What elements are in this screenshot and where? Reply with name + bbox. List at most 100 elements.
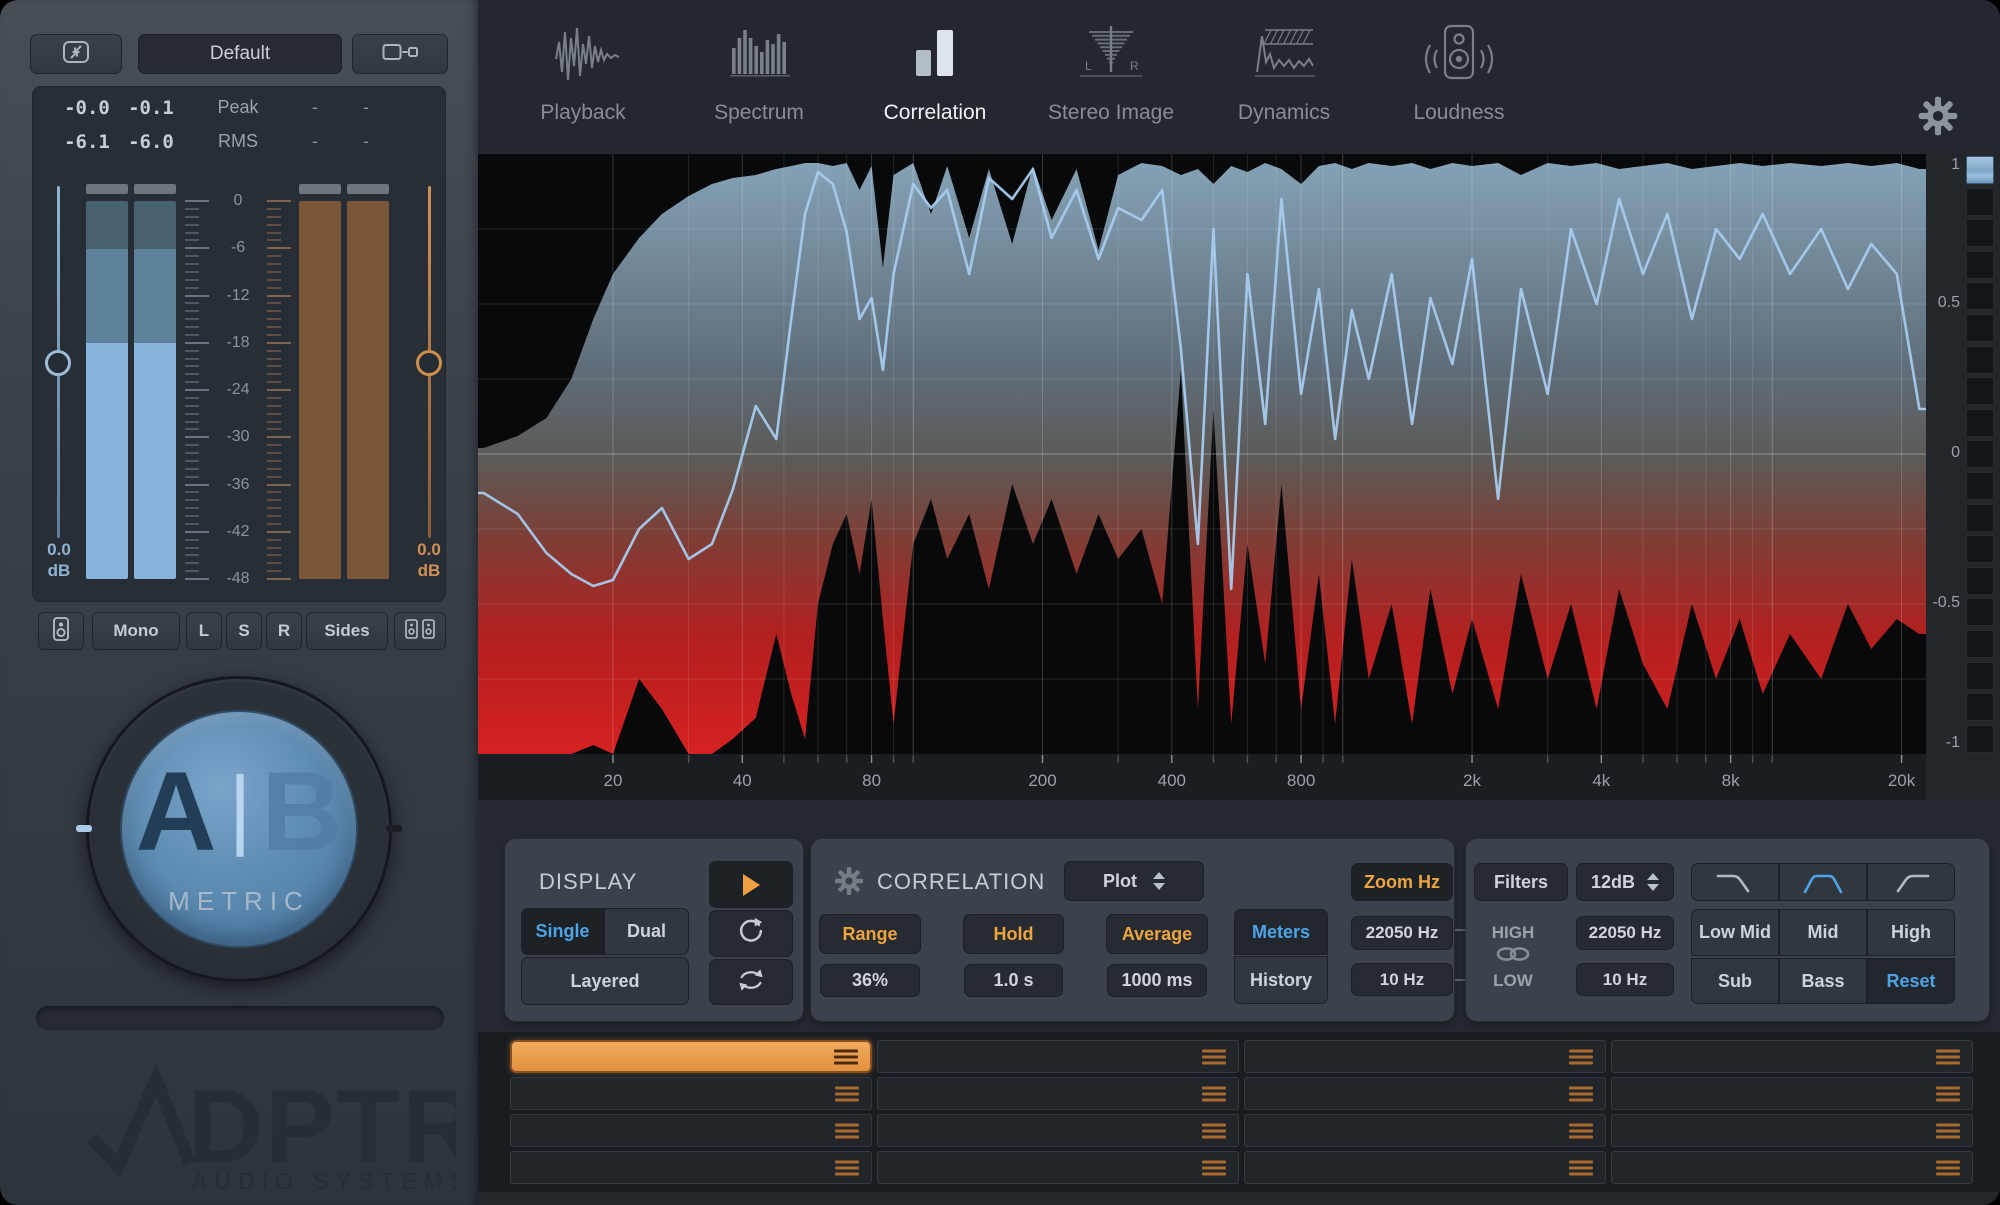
display-mode-layered-button[interactable]: Layered xyxy=(521,957,689,1005)
left-fader-handle[interactable] xyxy=(45,350,71,376)
snapshot-slot[interactable] xyxy=(1611,1040,1973,1073)
zoom-hz-button[interactable]: Zoom Hz xyxy=(1351,863,1453,901)
correlation-meter-segment xyxy=(1966,630,1994,658)
hold-value[interactable]: 1.0 s xyxy=(964,964,1063,997)
refresh-button[interactable] xyxy=(709,910,793,957)
snapshot-slot[interactable] xyxy=(877,1040,1239,1073)
display-title: DISPLAY xyxy=(539,869,637,895)
snapshot-slot[interactable] xyxy=(1611,1114,1973,1147)
db-tick xyxy=(185,554,199,556)
band-sub-button[interactable]: Sub xyxy=(1691,958,1779,1004)
snapshot-menu-icon[interactable] xyxy=(1202,1049,1226,1064)
tab-loudness[interactable]: Loudness xyxy=(1371,14,1547,146)
rms-value-right: -6.0 xyxy=(128,131,174,153)
band-bass-button[interactable]: Bass xyxy=(1779,958,1867,1004)
snapshot-slot[interactable] xyxy=(1611,1151,1973,1184)
cycle-button[interactable] xyxy=(709,959,793,1005)
db-tick xyxy=(185,365,199,367)
channel-left-button[interactable]: L xyxy=(186,612,222,650)
view-history-button[interactable]: History xyxy=(1234,956,1328,1004)
snapshot-slot[interactable] xyxy=(1244,1114,1606,1147)
band-mid-button[interactable]: Mid xyxy=(1779,909,1867,956)
snapshot-menu-icon[interactable] xyxy=(1202,1123,1226,1138)
snapshot-slot[interactable] xyxy=(877,1077,1239,1110)
filter-high-value[interactable]: 22050 Hz xyxy=(1576,916,1674,950)
snapshot-menu-icon[interactable] xyxy=(1936,1086,1960,1101)
collapse-window-button[interactable] xyxy=(30,34,122,74)
snapshot-slot[interactable] xyxy=(877,1151,1239,1184)
filter-slope-stepper[interactable]: 12dB xyxy=(1576,863,1674,901)
snapshot-slot[interactable] xyxy=(1244,1040,1606,1073)
display-mode-single-button[interactable]: Single xyxy=(521,908,604,955)
db-tick xyxy=(267,279,281,281)
tab-correlation[interactable]: Correlation xyxy=(847,14,1023,146)
snapshot-menu-icon[interactable] xyxy=(1936,1123,1960,1138)
link-icon[interactable] xyxy=(1495,945,1531,968)
reset-button[interactable]: Reset xyxy=(1867,958,1955,1004)
ab-compare-knob[interactable]: A|B METRIC xyxy=(120,710,358,948)
snapshot-slot[interactable] xyxy=(510,1114,872,1147)
display-mode-dual-button[interactable]: Dual xyxy=(604,908,689,955)
snapshot-menu-icon[interactable] xyxy=(835,1123,859,1138)
db-tick xyxy=(185,232,199,234)
play-button[interactable] xyxy=(709,861,793,908)
snapshot-slot[interactable] xyxy=(1244,1151,1606,1184)
preset-selector[interactable]: Default xyxy=(138,34,342,74)
snapshot-slot[interactable] xyxy=(877,1114,1239,1147)
snapshot-menu-icon[interactable] xyxy=(1202,1086,1226,1101)
db-scale-label: -48 xyxy=(226,570,249,588)
snapshot-menu-icon[interactable] xyxy=(1936,1049,1960,1064)
ab-knob-label: A|B xyxy=(136,756,343,868)
channel-mono-button[interactable]: Mono xyxy=(92,612,180,650)
band-high-button[interactable]: High xyxy=(1867,909,1955,956)
tab-playback[interactable]: Playback xyxy=(495,14,671,146)
snapshot-slot[interactable] xyxy=(510,1151,872,1184)
filters-button[interactable]: Filters xyxy=(1474,863,1568,901)
band-low-mid-button[interactable]: Low Mid xyxy=(1691,909,1779,956)
range-value[interactable]: 36% xyxy=(820,964,920,997)
snapshot-menu-icon[interactable] xyxy=(1936,1160,1960,1175)
bandpass-filter-button[interactable] xyxy=(1779,863,1867,901)
plot-mode-select[interactable]: Plot xyxy=(1064,861,1204,901)
crossfade-slot[interactable] xyxy=(36,1006,444,1030)
snapshot-menu-icon[interactable] xyxy=(1569,1160,1593,1175)
hold-button[interactable]: Hold xyxy=(963,914,1064,954)
zoom-low-value[interactable]: 10 Hz xyxy=(1351,963,1453,996)
tab-stereo-image[interactable]: LRStereo Image xyxy=(1023,14,1199,146)
right-fader-handle[interactable] xyxy=(416,350,442,376)
lowpass-filter-button[interactable] xyxy=(1691,863,1779,901)
channel-right-button[interactable]: R xyxy=(266,612,302,650)
snapshot-menu-icon[interactable] xyxy=(1569,1123,1593,1138)
snapshot-menu-icon[interactable] xyxy=(1569,1086,1593,1101)
snapshot-menu-icon[interactable] xyxy=(834,1049,858,1064)
range-button[interactable]: Range xyxy=(819,914,921,954)
tab-dynamics[interactable]: Dynamics xyxy=(1196,14,1372,146)
average-button[interactable]: Average xyxy=(1106,914,1208,954)
snapshot-slot[interactable] xyxy=(1611,1077,1973,1110)
snapshot-slot[interactable] xyxy=(510,1040,872,1073)
window-size-button[interactable] xyxy=(352,34,448,74)
slope-stepper-arrows[interactable] xyxy=(1647,873,1659,891)
channel-side-button[interactable]: S xyxy=(226,612,262,650)
snapshot-slot[interactable] xyxy=(510,1077,872,1110)
snapshot-menu-icon[interactable] xyxy=(1569,1049,1593,1064)
peak-value-right: -0.1 xyxy=(128,97,174,119)
correlation-settings-gear[interactable] xyxy=(833,865,865,897)
channel-sides-button[interactable]: Sides xyxy=(306,612,388,650)
dual-speaker-button[interactable] xyxy=(394,612,446,650)
view-meters-button[interactable]: Meters xyxy=(1234,909,1328,955)
zoom-high-value[interactable]: 22050 Hz xyxy=(1351,916,1453,950)
settings-gear-button[interactable] xyxy=(1916,94,1960,138)
snapshot-slot[interactable] xyxy=(1244,1077,1606,1110)
bottom-strip xyxy=(478,1192,2000,1205)
average-value[interactable]: 1000 ms xyxy=(1107,964,1207,997)
snapshot-menu-icon[interactable] xyxy=(1202,1160,1226,1175)
plot-select-stepper[interactable] xyxy=(1153,872,1165,890)
tab-spectrum[interactable]: Spectrum xyxy=(671,14,847,146)
db-tick xyxy=(267,484,291,486)
speaker-monitor-button[interactable] xyxy=(38,612,84,650)
snapshot-menu-icon[interactable] xyxy=(835,1086,859,1101)
filter-low-value[interactable]: 10 Hz xyxy=(1576,963,1674,996)
highpass-filter-button[interactable] xyxy=(1867,863,1955,901)
snapshot-menu-icon[interactable] xyxy=(835,1160,859,1175)
